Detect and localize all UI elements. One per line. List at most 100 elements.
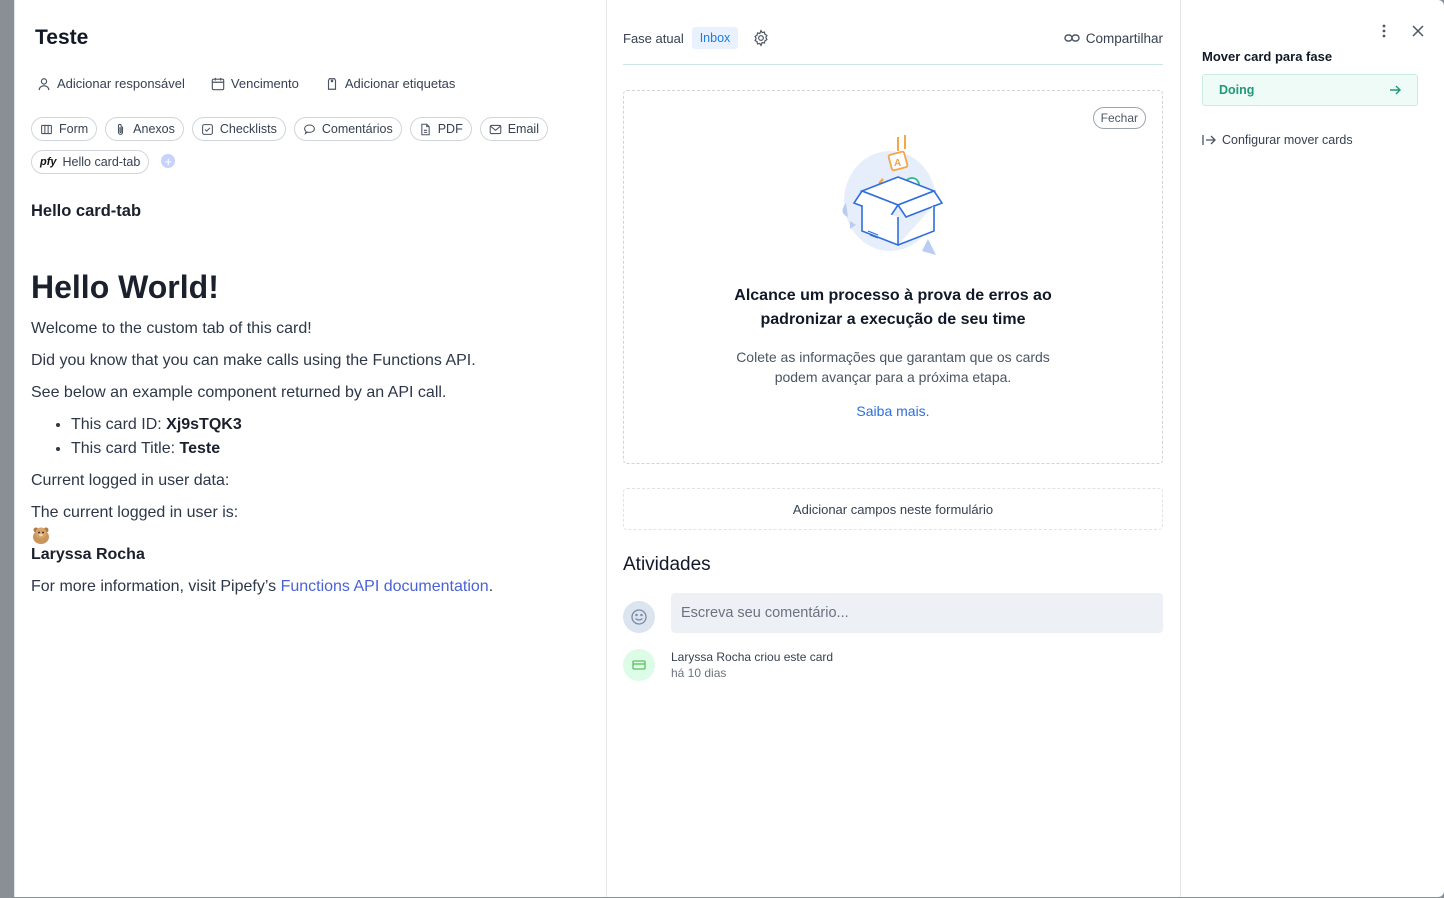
tab-comments-label: Comentários: [321, 122, 393, 136]
smiley-icon: [631, 609, 647, 625]
tab-form[interactable]: Form: [31, 117, 98, 141]
more-options-icon[interactable]: [1382, 24, 1386, 38]
tab-custom-hello-card-tab[interactable]: pfy Hello card-tab: [31, 150, 150, 174]
tab-pdf[interactable]: PDF: [409, 117, 472, 141]
tab-email[interactable]: Email: [479, 117, 548, 141]
target-phase-label: Doing: [1219, 83, 1255, 97]
user-avatar-icon: [33, 527, 49, 545]
tab-custom-label: Hello card-tab: [62, 155, 141, 169]
mail-icon: [489, 124, 502, 134]
functions-api-text: Did you know that you can make calls usi…: [31, 352, 476, 370]
svg-text:A: A: [894, 158, 901, 169]
empty-form-panel: Fechar A $: [623, 90, 1163, 464]
comment-icon: [303, 124, 315, 135]
checklist-icon: [201, 123, 213, 135]
user-icon: [38, 77, 50, 90]
card-icon: [632, 660, 646, 670]
tag-icon: [327, 77, 336, 90]
add-fields-button[interactable]: Adicionar campos neste formulário: [623, 488, 1163, 530]
document-icon: [421, 123, 430, 135]
move-to-phase-button[interactable]: Doing: [1202, 74, 1418, 106]
move-card-title: Mover card para fase: [1202, 49, 1333, 64]
empty-form-desc-line1: Colete as informações que garantam que o…: [736, 349, 1050, 365]
open-box-illustration: A $: [842, 135, 944, 255]
add-tab-button[interactable]: +: [161, 154, 176, 168]
move-card-column: Mover card para fase Doing Configurar mo…: [1180, 0, 1444, 897]
welcome-text: Welcome to the custom tab of this card!: [31, 320, 312, 338]
custom-tab-title: Hello World!: [31, 269, 219, 305]
card-title-value: Teste: [179, 440, 221, 458]
functions-api-doc-link[interactable]: Functions API documentation: [281, 578, 489, 595]
due-date-label: Vencimento: [230, 76, 299, 91]
empty-form-title-line2: padronizar a execução de seu time: [760, 311, 1026, 328]
tab-attachments[interactable]: Anexos: [105, 117, 184, 141]
configure-move-cards-label: Configurar mover cards: [1222, 133, 1353, 147]
empty-form-title-line1: Alcance um processo à prova de erros ao: [734, 287, 1052, 304]
calendar-icon: [211, 77, 225, 90]
activity-log-message: Laryssa Rocha criou este card: [671, 650, 834, 664]
form-icon: [41, 124, 52, 134]
current-phase-badge[interactable]: Inbox: [691, 27, 739, 49]
current-user-text: The current logged in user is:: [31, 504, 239, 522]
configure-move-cards-link[interactable]: Configurar mover cards: [1202, 133, 1353, 147]
card-actions-row: Adicionar responsável Vencimento Adicion…: [37, 76, 455, 91]
paperclip-icon: [118, 123, 124, 135]
more-info-label: For more information, visit Pipefy’s: [31, 578, 281, 596]
add-assignee-button[interactable]: Adicionar responsável: [37, 76, 185, 91]
example-text: See below an example component returned …: [31, 384, 447, 402]
tab-comments[interactable]: Comentários: [293, 117, 402, 141]
phase-header: Fase atual Inbox Compartilhar: [623, 26, 1163, 50]
empty-form-title: Alcance um processo à prova de erros ao …: [624, 284, 1162, 332]
tab-pdf-label: PDF: [437, 122, 463, 136]
add-labels-button[interactable]: Adicionar etiquetas: [325, 76, 456, 91]
due-date-button[interactable]: Vencimento: [211, 76, 299, 91]
card-title[interactable]: Teste: [35, 26, 88, 50]
comment-input[interactable]: [671, 593, 1163, 633]
close-icon[interactable]: [1412, 25, 1424, 37]
activity-log-item: Laryssa Rocha criou este card há 10 dias: [623, 649, 1163, 683]
learn-more-link[interactable]: Saiba mais.: [624, 403, 1162, 419]
arrow-right-icon: [1390, 85, 1401, 95]
card-tabs: Form Anexos Checklists Comentários PDF E…: [31, 117, 591, 174]
tab-checklists[interactable]: Checklists: [191, 117, 286, 141]
empty-form-description: Colete as informações que garantam que o…: [624, 347, 1162, 387]
move-arrow-icon: [1202, 135, 1216, 145]
card-title-label: This card Title:: [71, 440, 180, 458]
custom-tab-heading: Hello card-tab: [31, 202, 142, 220]
tab-checklists-label: Checklists: [219, 122, 277, 136]
custom-tab-content: Hello card-tab Hello World! Welcome to t…: [31, 202, 591, 609]
header-divider: [623, 64, 1163, 65]
pipefy-logo: pfy: [40, 156, 57, 168]
card-info-list: This card ID: Xj9sTQK3 This card Title: …: [31, 413, 591, 461]
add-labels-label: Adicionar etiquetas: [344, 76, 456, 91]
activity-log-time: há 10 dias: [671, 666, 727, 680]
card-modal: Teste Adicionar responsável Vencimento A…: [14, 0, 1444, 897]
current-phase-label: Fase atual: [623, 30, 684, 46]
empty-form-desc-line2: podem avançar para a próxima etapa.: [774, 369, 1012, 385]
share-button[interactable]: Compartilhar: [1064, 30, 1163, 46]
card-id-item: This card ID: Xj9sTQK3: [71, 413, 591, 437]
card-title-item: This card Title: Teste: [71, 437, 591, 461]
activities-title: Atividades: [623, 554, 711, 575]
activity-log-text: Laryssa Rocha criou este card há 10 dias: [671, 649, 833, 681]
tab-attachments-label: Anexos: [133, 122, 175, 136]
user-avatar: [623, 601, 655, 633]
close-empty-panel-button[interactable]: Fechar: [1092, 107, 1146, 129]
comment-composer: [623, 593, 1163, 633]
card-id-value: Xj9sTQK3: [166, 416, 242, 434]
card-id-label: This card ID:: [71, 416, 167, 434]
gear-icon[interactable]: [752, 29, 770, 47]
tab-form-label: Form: [59, 122, 89, 136]
card-created-icon: [623, 649, 655, 681]
phase-form-column: Fase atual Inbox Compartilhar Fechar A A…: [606, 0, 1181, 897]
add-assignee-label: Adicionar responsável: [57, 76, 185, 91]
link-icon: [1064, 34, 1080, 42]
user-data-text: Current logged in user data:: [31, 472, 230, 490]
modal-toolbar: [1382, 24, 1424, 38]
user-name: Laryssa Rocha: [31, 546, 145, 564]
card-main-column: Teste Adicionar responsável Vencimento A…: [15, 0, 606, 897]
more-info-text: For more information, visit Pipefy’s Fun…: [31, 577, 591, 597]
tab-email-label: Email: [507, 122, 539, 136]
more-info-period: .: [488, 578, 494, 596]
share-label: Compartilhar: [1085, 30, 1163, 46]
